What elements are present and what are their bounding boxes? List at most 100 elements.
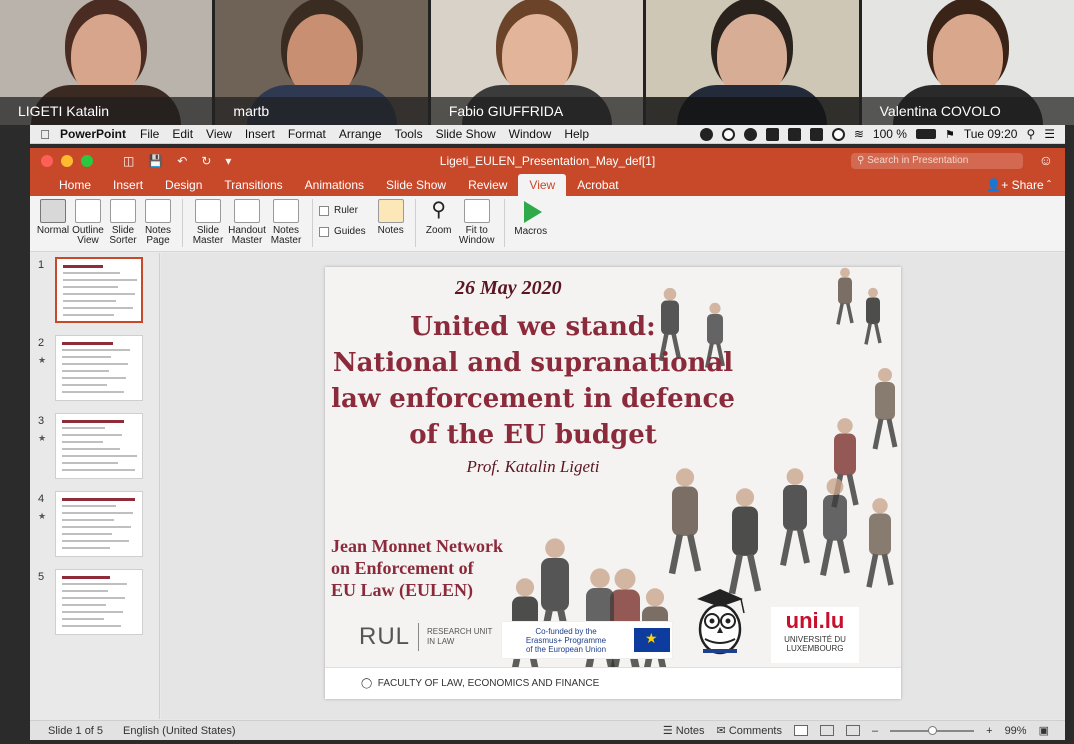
menu-format[interactable]: Format (288, 127, 326, 141)
menu-view[interactable]: View (206, 127, 232, 141)
undo-icon[interactable]: ↶ (177, 154, 187, 168)
crowd-person (872, 368, 898, 450)
notification-center-icon[interactable]: ☰ (1044, 127, 1055, 141)
wifi-icon[interactable]: ≋ (854, 127, 864, 141)
zoom-slider[interactable] (890, 725, 975, 735)
ruler-checkbox[interactable]: Ruler (319, 205, 366, 216)
tab-acrobat[interactable]: Acrobat (566, 174, 629, 196)
slide-thumbnail[interactable]: 2 ★ (30, 335, 160, 407)
handout-master-label: Handout Master (228, 225, 266, 246)
status-display-icon[interactable] (809, 127, 823, 141)
menubar-clock[interactable]: Tue 09:20 (964, 127, 1018, 141)
slide-master-button[interactable]: Slide Master (189, 199, 227, 246)
erasmus-line-1: Co-funded by the (535, 626, 597, 636)
menu-edit[interactable]: Edit (172, 127, 193, 141)
language-indicator[interactable]: English (United States) (123, 725, 236, 737)
guides-checkbox[interactable]: Guides (319, 226, 366, 237)
fit-slide-icon[interactable]: ▣ (1039, 724, 1049, 737)
status-circle-icon[interactable] (721, 127, 735, 141)
zoom-in-button[interactable]: + (986, 725, 992, 737)
tab-slide-show[interactable]: Slide Show (375, 174, 457, 196)
tab-animations[interactable]: Animations (294, 174, 375, 196)
fit-to-window-button[interactable]: Fit to Window (457, 199, 497, 246)
zoom-window-button[interactable] (81, 155, 93, 167)
battery-percent[interactable]: 100 % (873, 127, 907, 141)
thumbnail-text-line (62, 604, 106, 606)
show-options: Ruler Guides (319, 205, 366, 237)
tab-view[interactable]: View (518, 174, 567, 196)
uni-lu-sub-2: LUXEMBOURG (786, 644, 844, 653)
zoom-percent[interactable]: 99% (1005, 725, 1027, 737)
comments-status-button[interactable]: ✉ Comments (717, 724, 782, 737)
eu-flag-icon (634, 628, 670, 652)
slide-thumbnail[interactable]: 1 (30, 257, 160, 329)
thumbnail-preview (55, 569, 143, 635)
zoom-slider-knob[interactable] (928, 725, 938, 735)
normal-view-status-icon[interactable] (794, 725, 808, 736)
slide-thumbnail[interactable]: 3 ★ (30, 413, 160, 485)
video-tile[interactable]: martb (215, 0, 428, 125)
owl-logo-icon (697, 589, 745, 655)
video-tile[interactable] (646, 0, 859, 125)
menu-window[interactable]: Window (509, 127, 552, 141)
menu-app-name[interactable]: PowerPoint (60, 127, 126, 141)
current-slide[interactable]: 26 May 2020 United we stand: National an… (325, 267, 901, 699)
notes-page-button[interactable]: Notes Page (141, 199, 175, 246)
video-tile[interactable]: LIGETI Katalin (0, 0, 213, 125)
redo-icon[interactable]: ↻ (201, 154, 211, 168)
menu-help[interactable]: Help (564, 127, 589, 141)
share-button[interactable]: 👤+ Share ˆ (986, 174, 1065, 196)
thumbnail-number: 3 (38, 415, 45, 427)
status-globe-icon[interactable] (743, 127, 757, 141)
notes-master-button[interactable]: Notes Master (267, 199, 305, 246)
status-m-icon[interactable] (765, 127, 779, 141)
status-bluetooth-icon[interactable] (787, 127, 801, 141)
apple-icon[interactable]:  (30, 127, 60, 142)
tab-transitions[interactable]: Transitions (213, 174, 293, 196)
search-presentation-input[interactable]: ⚲ Search in Presentation (851, 153, 1023, 169)
slide-footer: ◯ FACULTY OF LAW, ECONOMICS AND FINANCE (325, 667, 901, 699)
battery-icon[interactable] (915, 129, 936, 139)
time-machine-icon[interactable] (831, 127, 845, 141)
handout-master-button[interactable]: Handout Master (228, 199, 266, 246)
slide-sorter-button[interactable]: Slide Sorter (106, 199, 140, 246)
notes-status-button[interactable]: ☰ Notes (663, 724, 705, 737)
menu-insert[interactable]: Insert (245, 127, 275, 141)
tab-design[interactable]: Design (154, 174, 213, 196)
status-app-icon[interactable] (699, 127, 713, 141)
customize-toolbar-icon[interactable]: ▾ (225, 154, 231, 168)
slide-title-line: of the EU budget (409, 420, 657, 450)
menu-arrange[interactable]: Arrange (339, 127, 382, 141)
zoom-button[interactable]: ⚲ Zoom (422, 199, 456, 236)
thumbnail-text-line (62, 462, 118, 464)
normal-view-button[interactable]: Normal (36, 199, 70, 236)
save-icon[interactable]: 💾 (148, 154, 163, 168)
macros-button[interactable]: Macros (511, 199, 551, 237)
spotlight-icon[interactable]: ⚲ (1026, 127, 1035, 141)
flag-icon[interactable]: ⚑ (945, 128, 955, 141)
rul-subtitle: RESEARCH UNIT IN LAW (427, 627, 492, 647)
slide-sorter-status-icon[interactable] (820, 725, 834, 736)
feedback-smiley-icon[interactable]: ☺ (1039, 152, 1053, 168)
close-window-button[interactable] (41, 155, 53, 167)
video-tile[interactable]: Valentina COVOLO (861, 0, 1074, 125)
thumbnail-text-line (62, 420, 124, 423)
reading-view-status-icon[interactable] (846, 725, 860, 736)
tab-home[interactable]: Home (48, 174, 102, 196)
slide-thumbnail[interactable]: 4 ★ (30, 491, 160, 563)
video-tile[interactable]: Fabio GIUFFRIDA (430, 0, 644, 125)
minimize-window-button[interactable] (61, 155, 73, 167)
sidebar-toggle-icon[interactable]: ◫ (123, 154, 134, 168)
tab-review[interactable]: Review (457, 174, 518, 196)
menu-file[interactable]: File (140, 127, 159, 141)
zoom-out-button[interactable]: – (872, 725, 878, 737)
slide-thumbnail[interactable]: 5 (30, 569, 160, 641)
document-title: Ligeti_EULEN_Presentation_May_def[1] (439, 154, 656, 168)
menu-tools[interactable]: Tools (395, 127, 423, 141)
tab-insert[interactable]: Insert (102, 174, 154, 196)
menu-slide-show[interactable]: Slide Show (436, 127, 496, 141)
rul-logo: RUL RESEARCH UNIT IN LAW (359, 623, 492, 651)
notes-toggle-button[interactable]: Notes (374, 199, 408, 236)
outline-view-button[interactable]: Outline View (71, 199, 105, 246)
thumbnail-text-line (62, 526, 131, 528)
